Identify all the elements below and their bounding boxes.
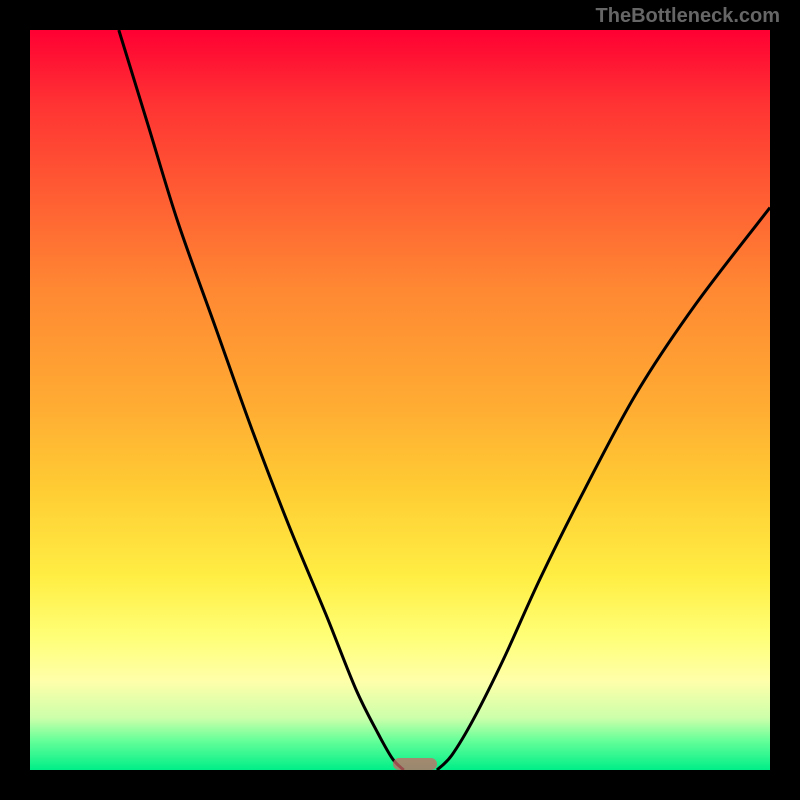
optimal-marker: [393, 758, 437, 770]
right-curve-line: [437, 208, 770, 770]
chart-curves: [30, 30, 770, 770]
left-curve-line: [119, 30, 404, 770]
chart-plot-area: [30, 30, 770, 770]
watermark-text: TheBottleneck.com: [596, 5, 780, 28]
